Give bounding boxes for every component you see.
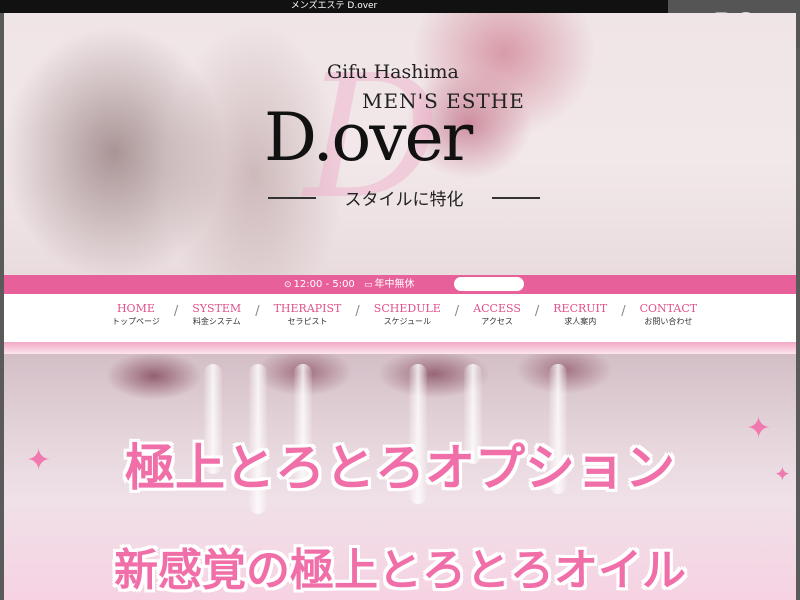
nav-label-en: SCHEDULE: [373, 302, 441, 315]
logo-name: D.over: [264, 99, 473, 176]
hero-image: D Gifu Hashima MEN'S ESTHE D.over スタイルに特…: [4, 13, 796, 275]
nav-label-en: RECRUIT: [553, 302, 608, 315]
nav-label-jp: スケジュール: [383, 317, 432, 326]
tagline-rule-right: [492, 197, 540, 199]
hours-bar: ⊙ 12:00 - 5:00 ▭ 年中無休: [4, 275, 796, 294]
nav-label-jp: アクセス: [481, 317, 513, 326]
nav-separator: /: [621, 304, 626, 319]
nav-separator: /: [173, 304, 179, 319]
nav-label-en: THERAPIST: [273, 302, 342, 315]
nav-item-schedule[interactable]: SCHEDULE スケジュール: [374, 302, 441, 327]
nav-item-system[interactable]: SYSTEM 料金システム: [192, 302, 241, 327]
business-hours: ⊙ 12:00 - 5:00 ▭ 年中無休: [284, 275, 415, 294]
banner-subtitle: 新感覚の極上とろとろオイル: [114, 545, 686, 596]
hours-days: 年中無休: [374, 279, 415, 290]
promo-banner[interactable]: ✦ ✦ ✦ 極上とろとろオプション 新感覚の極上とろとろオイル: [4, 354, 796, 600]
banner-title: 極上とろとろオプション: [125, 439, 675, 497]
nav-label-jp: セラピスト: [287, 317, 328, 326]
nav-item-recruit[interactable]: RECRUIT 求人案内: [553, 302, 607, 327]
clock-icon: ⊙: [284, 280, 292, 290]
nav-item-home[interactable]: HOME トップページ: [112, 302, 160, 327]
nav-divider: [4, 342, 796, 354]
nav-item-therapist[interactable]: THERAPIST セラピスト: [274, 302, 342, 327]
nav-label-jp: 料金システム: [192, 317, 241, 326]
nav-label-en: CONTACT: [639, 302, 698, 315]
nav-item-contact[interactable]: CONTACT お問い合わせ: [640, 302, 698, 327]
nav-label-jp: お問い合わせ: [644, 317, 693, 326]
nav-label-jp: トップページ: [112, 317, 160, 326]
logo-location: Gifu Hashima: [327, 61, 459, 83]
nav-label-jp: 求人案内: [564, 317, 597, 326]
nav-separator: /: [454, 304, 460, 319]
hours-pill: [454, 277, 524, 291]
nav-item-access[interactable]: ACCESS アクセス: [473, 302, 521, 327]
nav-label-en: HOME: [116, 302, 155, 315]
nav-label-en: ACCESS: [473, 302, 521, 315]
calendar-icon: ▭: [363, 280, 373, 290]
page: メンズエステ D.over PC D Gifu Hashima MEN'S ES…: [0, 0, 800, 600]
nav-separator: /: [355, 304, 360, 319]
main-nav: HOME トップページ / SYSTEM 料金システム / THERAPIST セラピスト…: [4, 294, 796, 342]
hours-time: 12:00 - 5:00: [293, 279, 355, 290]
nav-label-en: SYSTEM: [192, 302, 242, 315]
nav-separator: /: [534, 304, 540, 319]
window-title: メンズエステ D.over: [0, 0, 668, 13]
nav-separator: /: [255, 304, 260, 319]
